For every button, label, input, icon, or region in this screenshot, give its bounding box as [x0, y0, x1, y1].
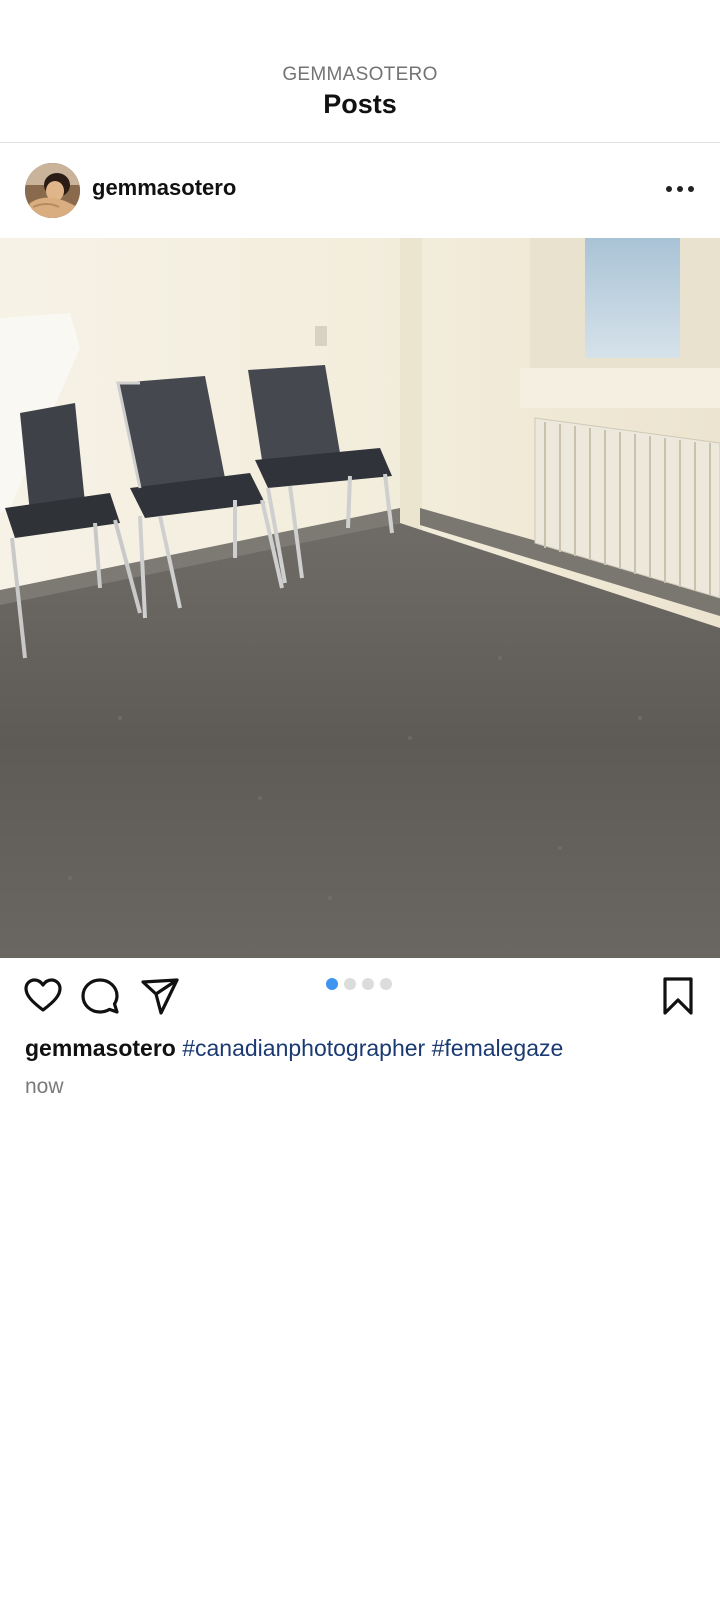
more-dot — [677, 186, 683, 192]
post-caption: gemmasotero #canadianphotographer #femal… — [25, 1033, 705, 1063]
carousel-dot — [344, 978, 356, 990]
heart-icon[interactable] — [23, 976, 63, 1016]
hashtag-link[interactable]: #femalegaze — [432, 1035, 564, 1061]
carousel-dot — [362, 978, 374, 990]
carousel-indicator — [326, 978, 392, 990]
more-options-icon[interactable] — [660, 171, 700, 207]
post-header: gemmasotero — [0, 143, 720, 238]
post-actions — [0, 958, 720, 1032]
caption-username[interactable]: gemmasotero — [25, 1035, 176, 1061]
bookmark-icon[interactable] — [658, 976, 698, 1016]
more-dot — [666, 186, 672, 192]
header-username: GEMMASOTERO — [282, 64, 438, 85]
carousel-dot — [326, 978, 338, 990]
hashtag-link[interactable]: #canadianphotographer — [182, 1035, 425, 1061]
more-dot — [688, 186, 694, 192]
page-title: Posts — [323, 89, 397, 119]
comment-bubble-icon[interactable] — [80, 976, 120, 1016]
profile-avatar-icon — [25, 163, 80, 218]
avatar[interactable] — [25, 163, 80, 218]
waiting-room-photo — [0, 238, 720, 958]
carousel-dot — [380, 978, 392, 990]
paper-plane-icon[interactable] — [140, 976, 180, 1016]
app-screen: GEMMASOTERO Posts gemmasotero gemmasoter… — [0, 0, 720, 1600]
post-timestamp: now — [25, 1075, 64, 1098]
post-username[interactable]: gemmasotero — [92, 175, 236, 201]
post-photo[interactable] — [0, 238, 720, 958]
page-header: GEMMASOTERO Posts — [0, 0, 720, 143]
